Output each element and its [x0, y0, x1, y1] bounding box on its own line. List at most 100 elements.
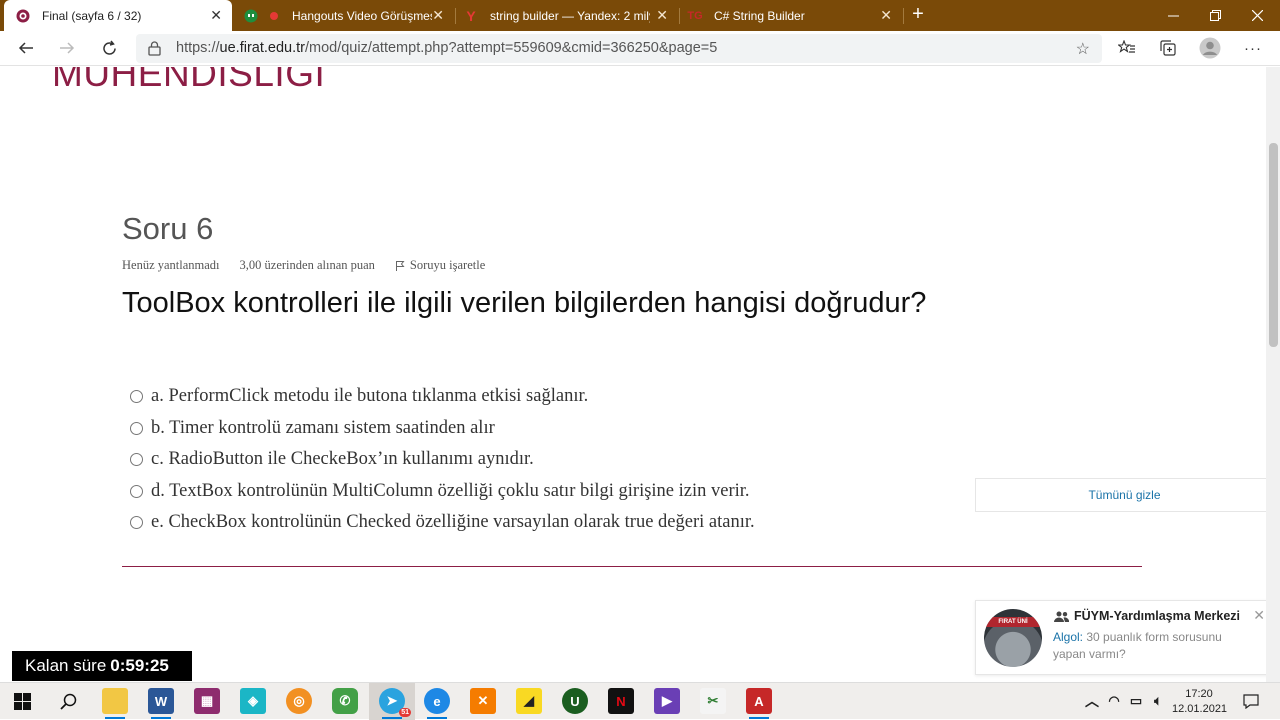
- tab-title: Hangouts Video Görüşmesi: [292, 8, 432, 23]
- restore-icon: [1209, 10, 1221, 21]
- tab-title: C# String Builder: [714, 8, 805, 23]
- tab-title: Final (sayfa 6 / 32): [42, 8, 142, 23]
- radio-button[interactable]: [130, 453, 143, 467]
- close-icon[interactable]: ✕: [210, 7, 222, 23]
- answer-option-e[interactable]: e. CheckBox kontrolünün Checked özelliği…: [130, 507, 755, 539]
- browser-tab-bar: Final (sayfa 6 / 32) ✕ Hangouts Video Gö…: [0, 0, 1280, 31]
- timer-value: 0:59:25: [110, 656, 169, 675]
- flag-label: Soruyu işaretle: [409, 258, 486, 272]
- refresh-button[interactable]: [96, 36, 122, 60]
- start-button[interactable]: [9, 688, 35, 714]
- answer-label[interactable]: b. Timer kontrolü zamanı sistem saatinde…: [151, 418, 495, 439]
- favorites-button[interactable]: [1114, 36, 1140, 60]
- flag-icon: [395, 261, 405, 271]
- edge-icon[interactable]: e: [424, 688, 450, 719]
- scrollbar-thumb[interactable]: [1269, 143, 1278, 347]
- recording-dot-icon: [270, 11, 278, 20]
- forward-arrow-icon: [60, 42, 75, 54]
- radio-button[interactable]: [130, 421, 143, 435]
- quiz-page: MÜHENDİSLİĞİ Soru 6 Henüz yantlanmadı 3,…: [0, 67, 1266, 682]
- collections-icon: [1160, 40, 1176, 56]
- close-notification-icon[interactable]: ✕: [1253, 607, 1265, 624]
- clock[interactable]: 17:20 12.01.2021: [1172, 687, 1228, 717]
- tutorialsteacher-icon: TG: [687, 9, 703, 22]
- page-scrollbar[interactable]: [1266, 67, 1280, 682]
- radio-button[interactable]: [130, 516, 143, 530]
- url-prefix: https://: [176, 40, 220, 56]
- url-text[interactable]: https://ue.firat.edu.tr/mod/quiz/attempt…: [176, 40, 717, 56]
- restore-button[interactable]: [1192, 0, 1238, 31]
- whatsapp-icon[interactable]: ✆: [332, 688, 358, 714]
- sticky-notes-icon[interactable]: ◢: [516, 688, 542, 714]
- tab-yandex[interactable]: Y string builder — Yandex: 2 milyon ✕: [456, 0, 678, 31]
- refresh-icon: [102, 40, 116, 55]
- answer-option-a[interactable]: a. PerformClick metodu ile butona tıklan…: [130, 381, 755, 413]
- group-avatar: FIRAT ÜNİ: [984, 609, 1042, 667]
- visual-studio-icon[interactable]: ▶: [654, 688, 680, 714]
- winrar-icon[interactable]: ▦: [194, 688, 220, 714]
- answer-option-d[interactable]: d. TextBox kontrolünün MultiColumn özell…: [130, 476, 755, 508]
- close-icon[interactable]: ✕: [880, 7, 892, 23]
- clock-time: 17:20: [1185, 688, 1213, 700]
- lock-icon[interactable]: [148, 41, 161, 61]
- forward-button[interactable]: [54, 36, 80, 60]
- favorites-list-icon: [1118, 40, 1135, 53]
- yandex-icon: Y: [466, 7, 476, 24]
- close-icon[interactable]: ✕: [656, 7, 668, 23]
- action-center-icon[interactable]: [1238, 688, 1264, 714]
- word-icon[interactable]: W: [148, 688, 174, 719]
- url-host: ue.firat.edu.tr: [219, 40, 305, 56]
- clock-date: 12.01.2021: [1172, 703, 1228, 715]
- telegram-badge: 51: [399, 708, 411, 717]
- favorite-star-icon[interactable]: ☆: [1076, 39, 1090, 59]
- radio-button[interactable]: [130, 390, 143, 404]
- answer-option-b[interactable]: b. Timer kontrolü zamanı sistem saatinde…: [130, 413, 755, 445]
- tab-separator: [903, 8, 904, 24]
- group-people-icon: [1054, 611, 1069, 622]
- upwork-icon[interactable]: U: [562, 688, 588, 714]
- answer-label[interactable]: c. RadioButton ile CheckeBox’ın kullanım…: [151, 449, 534, 470]
- windows-taskbar: W ▦ ◈ ◎ ✆ ➤ 51 e ✕ ◢ U N ▶ ✂ A ︿ ◠ ▭ 🔈︎ …: [0, 682, 1280, 720]
- notification-title: FÜYM-Yardımlaşma Merkezi: [1054, 609, 1240, 623]
- avatar-banner-text: FIRAT ÜNİ: [984, 617, 1042, 627]
- radio-button[interactable]: [130, 484, 143, 498]
- app-icon[interactable]: ◈: [240, 688, 266, 714]
- tab-hangouts[interactable]: Hangouts Video Görüşmesi ✕: [232, 0, 454, 31]
- question-points: 3,00 üzerinden alınan puan: [239, 258, 375, 272]
- tab-csharp[interactable]: TG C# String Builder ✕: [680, 0, 902, 31]
- url-path: /mod/quiz/attempt.php?attempt=559609&cmi…: [304, 40, 718, 56]
- answer-option-c[interactable]: c. RadioButton ile CheckeBox’ın kullanım…: [130, 444, 755, 476]
- new-tab-button[interactable]: +: [906, 4, 930, 26]
- address-bar[interactable]: https://ue.firat.edu.tr/mod/quiz/attempt…: [136, 34, 1102, 63]
- xampp-icon[interactable]: ✕: [470, 688, 496, 714]
- question-info: Henüz yantlanmadı 3,00 üzerinden alınan …: [122, 258, 485, 273]
- telegram-icon[interactable]: ➤ 51: [379, 688, 411, 719]
- answer-label[interactable]: e. CheckBox kontrolünün Checked özelliği…: [151, 512, 755, 533]
- tool-icon[interactable]: ✂: [700, 688, 726, 714]
- acrobat-icon[interactable]: A: [746, 688, 772, 719]
- notification-title-text: FÜYM-Yardımlaşma Merkezi: [1074, 609, 1241, 623]
- close-icon[interactable]: ✕: [432, 7, 444, 23]
- answer-list: a. PerformClick metodu ile butona tıklan…: [130, 381, 755, 539]
- tab-final-quiz[interactable]: Final (sayfa 6 / 32) ✕: [4, 0, 232, 31]
- profile-button[interactable]: [1197, 36, 1223, 60]
- answer-label[interactable]: a. PerformClick metodu ile butona tıklan…: [151, 386, 588, 407]
- collections-button[interactable]: [1155, 36, 1181, 60]
- settings-menu-button[interactable]: ···: [1240, 36, 1266, 60]
- minimize-button[interactable]: [1150, 0, 1196, 31]
- question-status: Henüz yantlanmadı: [122, 258, 220, 272]
- hide-all-notifications-button[interactable]: Tümünü gizle: [975, 478, 1266, 512]
- answer-label[interactable]: d. TextBox kontrolünün MultiColumn özell…: [151, 481, 750, 502]
- search-icon: [59, 693, 76, 710]
- back-button[interactable]: [13, 36, 39, 60]
- netflix-icon[interactable]: N: [608, 688, 634, 714]
- hangouts-icon: [244, 9, 258, 23]
- volume-icon[interactable]: 🔈︎: [1145, 688, 1171, 714]
- chat-notification[interactable]: FIRAT ÜNİ FÜYM-Yardımlaşma Merkezi Algol…: [975, 600, 1266, 675]
- search-button[interactable]: [55, 688, 81, 714]
- hide-all-label: Tümünü gizle: [1088, 488, 1161, 502]
- firefox-icon[interactable]: ◎: [286, 688, 312, 714]
- file-explorer-icon[interactable]: [102, 688, 128, 719]
- close-window-button[interactable]: [1234, 0, 1280, 31]
- flag-question-link[interactable]: Soruyu işaretle: [395, 258, 485, 273]
